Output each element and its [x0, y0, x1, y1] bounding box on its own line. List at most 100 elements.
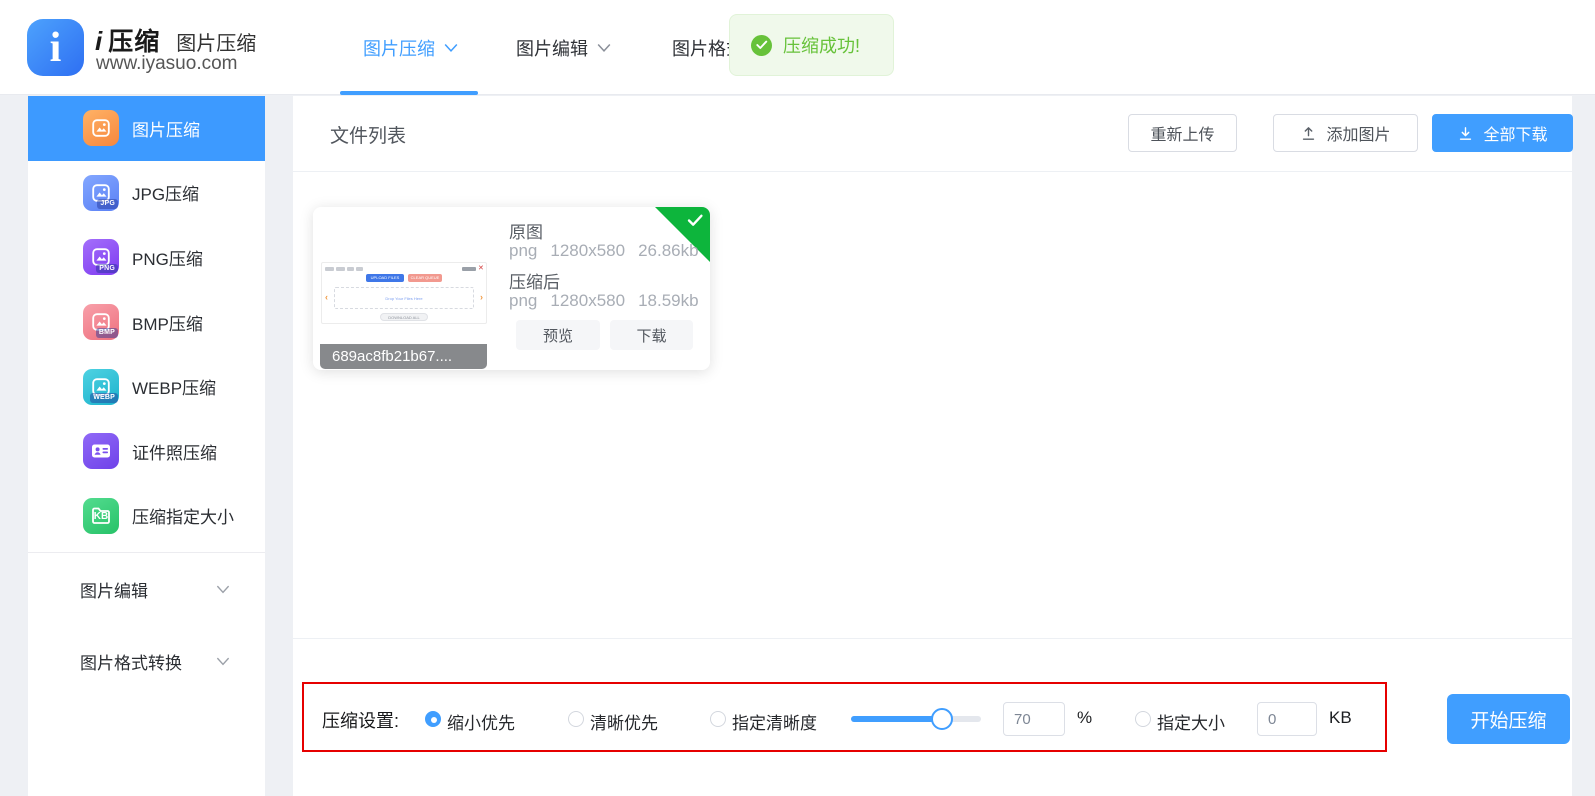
brand-logo-icon: i: [27, 19, 84, 76]
original-size: 26.86kb: [638, 241, 699, 261]
compressed-format: png: [509, 291, 537, 311]
radio-set-size-label[interactable]: 指定大小: [1157, 709, 1225, 734]
sidebar-item-jpg-compress[interactable]: JPG JPG压缩: [28, 161, 265, 226]
preview-button[interactable]: 预览: [516, 320, 600, 350]
active-tab-underline: [340, 91, 478, 95]
sidebar-section-image-edit[interactable]: 图片编辑: [28, 553, 265, 625]
compress-settings-box: 压缩设置: 缩小优先 清晰优先 指定清晰度 % 指定大小 KB: [302, 682, 1387, 752]
kb-folder-icon: KB: [83, 498, 119, 534]
radio-shrink-first-label[interactable]: 缩小优先: [447, 709, 515, 734]
file-list-title: 文件列表: [330, 121, 406, 148]
clarity-slider[interactable]: [851, 716, 981, 722]
sidebar-item-label: 图片压缩: [132, 116, 200, 141]
size-input[interactable]: [1257, 702, 1317, 736]
sidebar-item-label: 压缩指定大小: [132, 503, 234, 528]
bmp-compress-icon: BMP: [83, 304, 119, 340]
png-compress-icon: PNG: [83, 239, 119, 275]
file-card: ✕ UPLOAD FILES CLEAR QUEUE Drop Your Fil…: [313, 207, 710, 370]
sidebar-item-bmp-compress[interactable]: BMP BMP压缩: [28, 290, 265, 355]
download-all-label: 全部下载: [1483, 121, 1547, 145]
add-images-label: 添加图片: [1326, 121, 1390, 145]
reupload-button[interactable]: 重新上传: [1128, 114, 1237, 152]
divider: [293, 171, 1572, 172]
download-label: 下载: [636, 325, 666, 346]
success-toast: 压缩成功!: [729, 14, 894, 76]
settings-label: 压缩设置:: [322, 707, 399, 733]
radio-shrink-first[interactable]: [425, 711, 441, 727]
sidebar-item-label: WEBP压缩: [132, 374, 216, 399]
thumb-clear-button: CLEAR QUEUE: [408, 274, 442, 282]
slider-thumb[interactable]: [931, 708, 953, 730]
original-label: 原图: [509, 218, 543, 243]
radio-set-clarity-label[interactable]: 指定清晰度: [732, 709, 817, 734]
thumb-download-all-button: DOWNLOAD ALL: [380, 313, 428, 321]
bmp-badge: BMP: [96, 328, 118, 338]
add-images-button[interactable]: 添加图片: [1273, 114, 1418, 152]
compressed-info: png 1280x580 18.59kb: [509, 291, 699, 311]
png-badge: PNG: [96, 264, 118, 274]
compressed-size: 18.59kb: [638, 291, 699, 311]
thumb-close-icon: ✕: [478, 266, 484, 272]
id-photo-icon: [83, 433, 119, 469]
percent-input[interactable]: [1003, 702, 1065, 736]
sidebar-section-label: 图片格式转换: [80, 649, 182, 674]
tab-image-edit[interactable]: 图片编辑: [516, 0, 611, 95]
sidebar-item-png-compress[interactable]: PNG PNG压缩: [28, 225, 265, 290]
radio-set-clarity[interactable]: [710, 711, 726, 727]
jpg-badge: JPG: [97, 199, 118, 209]
tab-image-compress[interactable]: 图片压缩: [363, 0, 458, 95]
sidebar-item-label: 证件照压缩: [132, 439, 217, 464]
sidebar-item-id-photo-compress[interactable]: 证件照压缩: [28, 419, 265, 484]
sidebar-section-image-format[interactable]: 图片格式转换: [28, 625, 265, 697]
sidebar-item-image-compress[interactable]: 图片压缩: [28, 96, 265, 161]
divider: [293, 638, 1572, 639]
thumb-drop-zone: Drop Your Files Here: [334, 287, 474, 309]
sidebar-item-webp-compress[interactable]: WEBP WEBP压缩: [28, 354, 265, 419]
preview-label: 预览: [543, 325, 573, 346]
radio-clarity-first-label[interactable]: 清晰优先: [590, 709, 658, 734]
compressed-label: 压缩后: [509, 268, 560, 293]
file-name: 689ac8fb21b67....: [320, 344, 487, 369]
sidebar-section-label: 图片编辑: [80, 577, 148, 602]
percent-unit: %: [1077, 708, 1092, 728]
tab-image-edit-label: 图片编辑: [516, 35, 588, 61]
sidebar-item-label: PNG压缩: [132, 245, 203, 270]
kb-text: KB: [83, 511, 119, 522]
success-check-icon: [751, 35, 772, 56]
tab-image-compress-label: 图片压缩: [363, 35, 435, 61]
download-button[interactable]: 下载: [610, 320, 693, 350]
file-thumbnail[interactable]: ✕ UPLOAD FILES CLEAR QUEUE Drop Your Fil…: [321, 262, 487, 324]
download-icon: [1457, 125, 1474, 142]
sidebar-item-label: BMP压缩: [132, 310, 203, 335]
chevron-down-icon: [216, 657, 230, 666]
start-compress-button[interactable]: 开始压缩: [1447, 694, 1570, 744]
success-toast-text: 压缩成功!: [783, 32, 860, 58]
sidebar-item-compress-to-size[interactable]: KB 压缩指定大小: [28, 484, 265, 549]
chevron-down-icon: [444, 43, 458, 53]
upload-icon: [1300, 125, 1317, 142]
main-panel: 文件列表 重新上传 添加图片 全部下载 ✕ UPLOAD FILES CLEAR…: [293, 96, 1572, 796]
corner-check-icon: [687, 214, 704, 227]
webp-compress-icon: WEBP: [83, 369, 119, 405]
size-unit: KB: [1329, 708, 1352, 728]
reupload-label: 重新上传: [1150, 121, 1214, 145]
jpg-compress-icon: JPG: [83, 175, 119, 211]
compressed-dimensions: 1280x580: [550, 291, 625, 311]
radio-set-size[interactable]: [1135, 711, 1151, 727]
original-info: png 1280x580 26.86kb: [509, 241, 699, 261]
brand-product-label: 图片压缩: [176, 27, 256, 56]
webp-badge: WEBP: [90, 393, 118, 403]
image-compress-icon: [83, 110, 119, 146]
start-compress-label: 开始压缩: [1470, 706, 1546, 733]
chevron-down-icon: [216, 585, 230, 594]
thumb-next-arrow: ›: [480, 292, 483, 302]
thumb-upload-button: UPLOAD FILES: [366, 274, 404, 282]
original-format: png: [509, 241, 537, 261]
thumb-prev-arrow: ‹: [325, 292, 328, 302]
sidebar-item-label: JPG压缩: [132, 180, 199, 205]
slider-fill: [851, 716, 942, 722]
download-all-button[interactable]: 全部下载: [1432, 114, 1573, 152]
chevron-down-icon: [597, 43, 611, 53]
radio-clarity-first[interactable]: [568, 711, 584, 727]
brand-url: www.iyasuo.com: [96, 53, 238, 75]
